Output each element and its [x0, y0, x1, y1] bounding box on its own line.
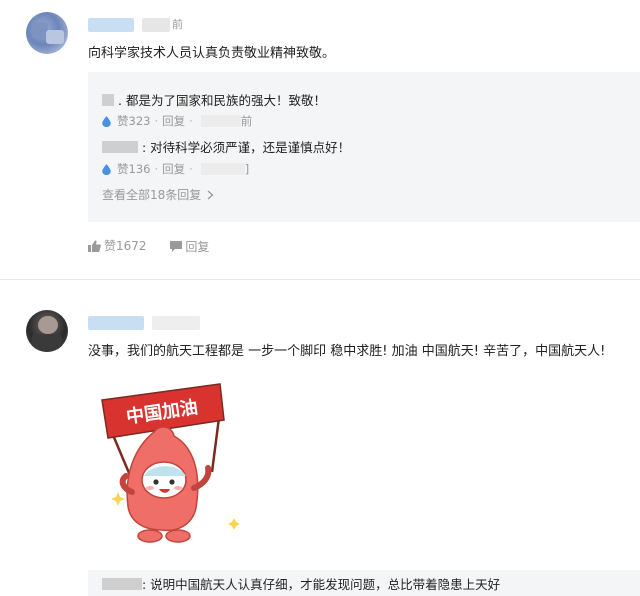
reply-like-count[interactable]: 赞323	[117, 114, 150, 128]
comment-bubble-icon	[170, 241, 183, 252]
reply-list: . 都是为了国家和民族的强大！致敬！ 赞323 · 回复 · 前 : 对待科学必须严谨，…	[88, 72, 640, 222]
reply-list: : 说明中国航天人认真仔细，才能发现问题，总比带着隐患上天好	[88, 570, 640, 596]
sticker-cheek-left	[146, 486, 154, 490]
time-redacted	[200, 115, 241, 127]
like-count: 赞1672	[104, 239, 147, 253]
reply-item: : 说明中国航天人认真仔细，才能发现问题，总比带着隐患上天好	[102, 576, 500, 594]
time-redacted	[200, 163, 245, 175]
sticker-cheek-right	[174, 486, 182, 490]
reply-meta: 赞136 · 回复 ·]	[102, 161, 249, 177]
sparkle-icon	[228, 518, 240, 530]
reply-item: : 对待科学必须严谨，还是谨慎点好！	[102, 139, 350, 157]
sticker-foot-left	[137, 529, 163, 543]
comment-time: 前	[172, 18, 183, 31]
cheer-sticker-image[interactable]: 中国加油	[92, 380, 252, 555]
thumbs-up-icon	[88, 240, 101, 252]
sticker-eye-right	[169, 479, 175, 485]
sticker-eye-left	[153, 479, 159, 485]
comment-text: 没事，我们的航天工程都是 一步一个脚印 稳中求胜! 加油 中国航天! 辛苦了，中…	[88, 344, 606, 359]
comment-feed: 前 向科学家技术人员认真负责敬业精神致敬。 . 都是为了国家和民族的强大！致敬！…	[0, 0, 640, 596]
avatar-blur	[46, 30, 64, 44]
reply-text: : 对待科学必须严谨，还是谨慎点好！	[142, 140, 351, 155]
reply-action-label: 回复	[185, 239, 210, 254]
sparkle-icon	[111, 492, 125, 506]
avatar-blur	[32, 334, 62, 352]
reply-time: 前	[240, 114, 253, 128]
chevron-right-icon	[207, 190, 214, 200]
reply-time: ]	[244, 162, 250, 176]
view-all-replies-link[interactable]: 查看全部18条回复	[102, 187, 214, 203]
view-all-label: 查看全部18条回复	[102, 188, 202, 202]
sticker-svg: 中国加油	[101, 383, 240, 543]
reply-item: . 都是为了国家和民族的强大！致敬！	[102, 92, 326, 110]
username-redacted[interactable]	[88, 18, 134, 32]
reply-action-button[interactable]: 回复	[170, 239, 209, 255]
like-drop-icon[interactable]	[102, 164, 111, 175]
reply-like-count[interactable]: 赞136	[117, 162, 150, 176]
separator: ·	[154, 114, 159, 128]
reply-username-redacted[interactable]	[102, 94, 114, 106]
reply-username-redacted[interactable]	[102, 578, 142, 590]
reply-button[interactable]: 回复	[162, 162, 185, 176]
avatar-blur	[38, 316, 58, 334]
reply-username-redacted[interactable]	[102, 141, 138, 153]
comment-divider	[0, 279, 640, 280]
avatar[interactable]	[26, 12, 68, 54]
separator: ·	[189, 162, 193, 176]
comment-text: 向科学家技术人员认真负责敬业精神致敬。	[88, 46, 336, 61]
sticker-foot-right	[165, 529, 191, 543]
separator: ·	[154, 162, 159, 176]
like-drop-icon[interactable]	[102, 116, 111, 127]
reply-text: : 说明中国航天人认真仔细，才能发现问题，总比带着隐患上天好	[142, 577, 501, 592]
username-redacted[interactable]	[88, 316, 144, 330]
comment-actions: 赞1672 回复	[88, 238, 229, 256]
separator: ·	[189, 114, 193, 128]
comment-item: 前 向科学家技术人员认真负责敬业精神致敬。 . 都是为了国家和民族的强大！致敬！…	[0, 0, 640, 278]
reply-button[interactable]: 回复	[162, 114, 185, 128]
reply-text: . 都是为了国家和民族的强大！致敬！	[118, 93, 326, 108]
reply-meta: 赞323 · 回复 · 前	[102, 113, 252, 129]
like-button[interactable]: 赞1672	[88, 238, 147, 254]
avatar[interactable]	[26, 310, 68, 352]
time-redacted	[152, 316, 200, 330]
time-redacted	[142, 18, 170, 32]
